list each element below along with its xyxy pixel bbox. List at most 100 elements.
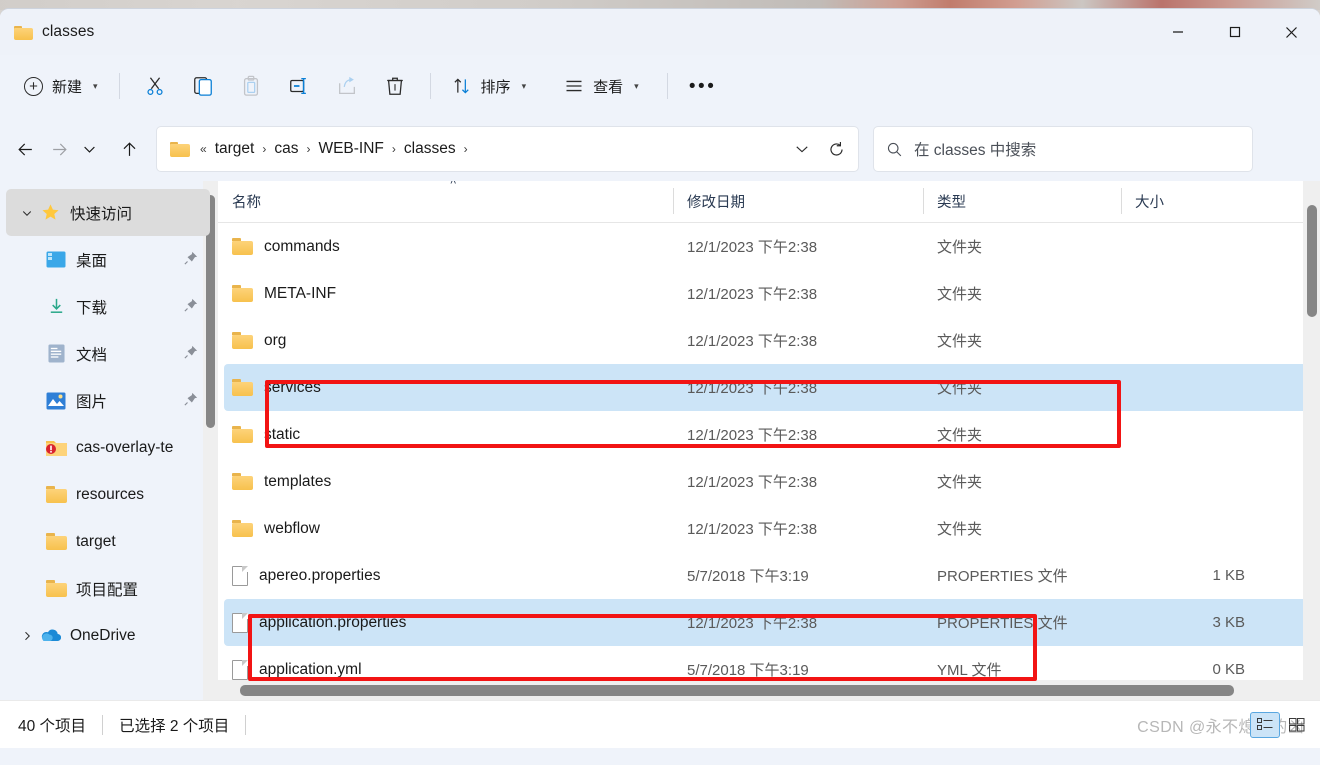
recent-locations-button[interactable] — [74, 130, 104, 168]
vertical-scrollbar-thumb[interactable] — [1307, 205, 1317, 317]
refresh-icon[interactable] — [820, 132, 852, 166]
sidebar-item-project-config[interactable]: 项目配置 — [6, 565, 210, 612]
downloads-icon — [44, 297, 68, 317]
horizontal-scrollbar-track[interactable] — [218, 680, 1303, 700]
star-icon — [38, 203, 62, 223]
column-header-type[interactable]: 类型 — [923, 186, 1121, 216]
window-title: classes — [42, 23, 95, 40]
breadcrumb-separator-icon[interactable]: › — [461, 142, 471, 156]
sidebar-item-onedrive[interactable]: OneDrive — [6, 612, 210, 659]
window-title-group: classes — [0, 23, 94, 41]
file-type: 文件夹 — [937, 474, 983, 491]
file-name-cell: application.yml — [224, 659, 679, 680]
share-button[interactable] — [323, 67, 371, 105]
file-name-cell: services — [224, 379, 679, 397]
table-row-selected-services[interactable]: services 12/1/2023 下午2:38 文件夹 — [224, 364, 1312, 411]
delete-button[interactable] — [371, 67, 419, 105]
breadcrumb-item-cas[interactable]: cas — [269, 137, 303, 161]
main-content: 快速访问 桌面 下载 文档 图片 cas-overlay-te resource… — [0, 181, 1320, 700]
folder-icon — [232, 379, 253, 396]
sort-ascending-icon: ˄ — [450, 181, 457, 188]
item-count: 40 个项目 — [18, 717, 87, 735]
sidebar-item-documents[interactable]: 文档 — [6, 330, 210, 377]
sidebar-item-resources[interactable]: resources — [6, 471, 210, 518]
sidebar-item-label: 快速访问 — [70, 205, 133, 223]
breadcrumb-separator-icon[interactable]: › — [259, 142, 269, 156]
back-button[interactable] — [6, 130, 44, 168]
pin-icon[interactable] — [184, 392, 198, 409]
sort-button[interactable]: 排序 ▾ — [442, 67, 537, 105]
table-row[interactable]: org 12/1/2023 下午2:38 文件夹 — [224, 317, 1312, 364]
column-header-label: 名称 — [232, 194, 261, 211]
close-button[interactable] — [1263, 9, 1320, 55]
breadcrumb-address-bar[interactable]: « target › cas › WEB-INF › classes › — [156, 126, 859, 172]
more-options-button[interactable]: ••• — [679, 67, 727, 105]
view-button-label: 查看 — [593, 78, 624, 96]
file-name-cell: webflow — [224, 520, 679, 538]
chevron-down-icon[interactable] — [16, 207, 38, 219]
table-row[interactable]: webflow 12/1/2023 下午2:38 文件夹 — [224, 505, 1312, 552]
chevron-down-icon: ▾ — [93, 80, 98, 91]
file-size: 1 KB — [1212, 567, 1245, 584]
sort-icon — [454, 78, 469, 94]
pin-icon[interactable] — [184, 251, 198, 268]
rename-icon — [289, 78, 306, 94]
breadcrumb-item-classes[interactable]: classes — [399, 137, 461, 161]
column-header-date-modified[interactable]: 修改日期 — [673, 186, 923, 216]
details-view-button[interactable] — [1250, 711, 1280, 738]
rename-button[interactable] — [275, 67, 323, 105]
sidebar-item-pictures[interactable]: 图片 — [6, 377, 210, 424]
copy-button[interactable] — [179, 67, 227, 105]
title-bar: classes — [0, 9, 1320, 55]
sidebar-item-label: 文档 — [76, 346, 108, 364]
pin-icon[interactable] — [184, 298, 198, 315]
sidebar-item-desktop[interactable]: 桌面 — [6, 236, 210, 283]
maximize-button[interactable] — [1206, 9, 1263, 55]
breadcrumb-item-web-inf[interactable]: WEB-INF — [313, 137, 388, 161]
folder-icon — [232, 285, 253, 302]
file-date: 12/1/2023 下午2:38 — [687, 474, 818, 491]
table-row[interactable]: commands 12/1/2023 下午2:38 文件夹 — [224, 223, 1312, 270]
status-divider-2 — [245, 714, 247, 735]
cut-button[interactable] — [131, 67, 179, 105]
document-icon — [232, 565, 248, 586]
breadcrumb-folder-icon — [170, 141, 190, 157]
horizontal-scrollbar-thumb[interactable] — [240, 685, 1234, 696]
chevron-down-icon[interactable] — [786, 132, 818, 166]
breadcrumb-separator-icon[interactable]: › — [389, 142, 399, 156]
pin-icon[interactable] — [184, 345, 198, 362]
sidebar-item-quick-access[interactable]: 快速访问 — [6, 189, 210, 236]
table-row[interactable]: templates 12/1/2023 下午2:38 文件夹 — [224, 458, 1312, 505]
table-row-selected-application-properties[interactable]: application.properties 12/1/2023 下午2:38 … — [224, 599, 1312, 646]
pictures-icon — [44, 391, 68, 411]
table-row[interactable]: META-INF 12/1/2023 下午2:38 文件夹 — [224, 270, 1312, 317]
table-row[interactable]: apereo.properties 5/7/2018 下午3:19 PROPER… — [224, 552, 1312, 599]
folder-icon — [44, 579, 68, 599]
paste-button[interactable] — [227, 67, 275, 105]
up-button[interactable] — [110, 130, 148, 168]
share-icon — [338, 76, 355, 94]
breadcrumb-separator-icon[interactable]: › — [303, 142, 313, 156]
chevron-right-icon[interactable] — [16, 630, 38, 642]
sidebar-item-downloads[interactable]: 下载 — [6, 283, 210, 330]
sidebar-item-cas-overlay[interactable]: cas-overlay-te — [6, 424, 210, 471]
vertical-scrollbar-track[interactable] — [1303, 181, 1320, 700]
table-row[interactable]: static 12/1/2023 下午2:38 文件夹 — [224, 411, 1312, 458]
document-icon — [232, 659, 248, 680]
breadcrumb-overflow-icon[interactable]: « — [197, 142, 210, 156]
search-input[interactable]: 在 classes 中搜索 — [914, 138, 1036, 160]
large-icons-view-button[interactable] — [1282, 712, 1312, 738]
sidebar-item-target[interactable]: target — [6, 518, 210, 565]
file-size: 3 KB — [1212, 614, 1245, 631]
minimize-button[interactable] — [1149, 9, 1206, 55]
new-button[interactable]: + 新建 ▾ — [14, 67, 108, 105]
file-type: 文件夹 — [937, 521, 983, 538]
column-header-size[interactable]: 大小 — [1121, 186, 1261, 216]
search-box[interactable]: 在 classes 中搜索 — [873, 126, 1253, 172]
breadcrumb-item-target[interactable]: target — [210, 137, 260, 161]
file-date: 12/1/2023 下午2:38 — [687, 615, 818, 632]
column-header-name[interactable]: ˄ 名称 — [218, 181, 673, 216]
view-button[interactable]: 查看 ▾ — [554, 67, 649, 105]
forward-button[interactable] — [44, 130, 74, 168]
document-icon — [232, 612, 248, 633]
